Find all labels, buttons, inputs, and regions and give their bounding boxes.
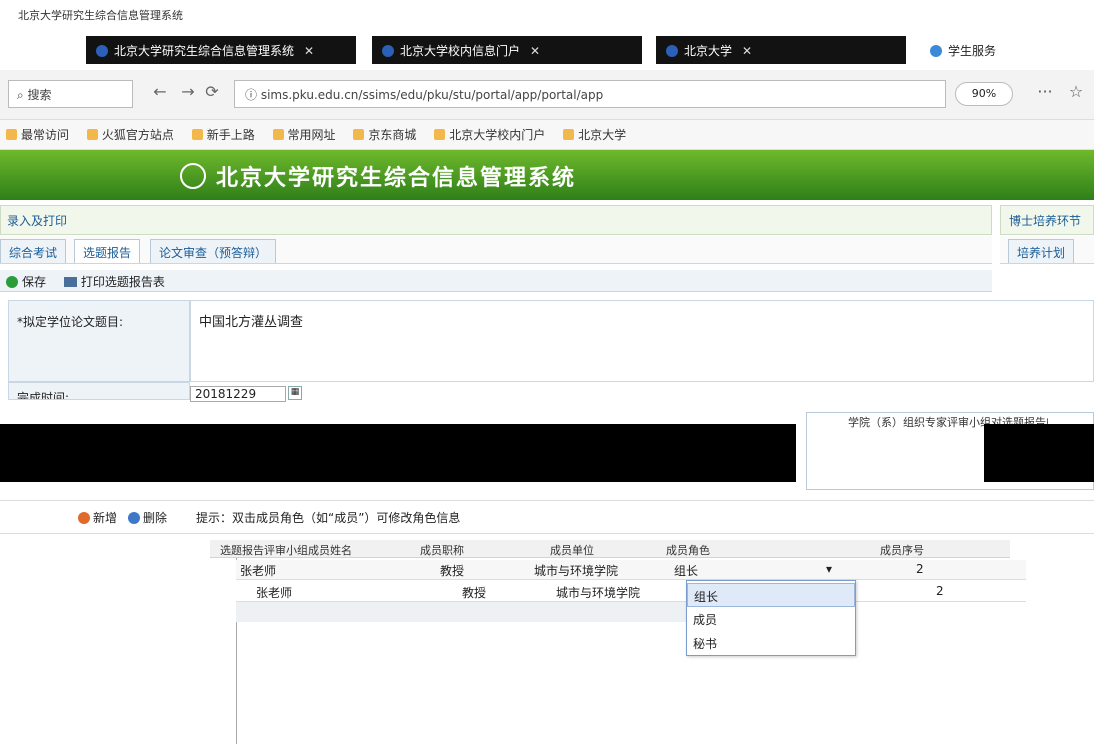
tab-topic-report[interactable]: 选题报告 bbox=[74, 239, 141, 263]
close-icon[interactable]: ✕ bbox=[742, 44, 752, 58]
grid-edit-row[interactable]: 张老师 教授 城市与环境学院 组长 ▾ 2 bbox=[236, 560, 1026, 580]
table-row[interactable]: 张老师 教授 城市与环境学院 2 bbox=[236, 580, 1026, 602]
cell-name: 张老师 bbox=[256, 586, 293, 600]
bookmark-item[interactable]: 常用网址 bbox=[272, 126, 336, 143]
browser-tab-3[interactable]: 北京大学 ✕ bbox=[656, 36, 906, 64]
role-option-leader[interactable]: 组长 bbox=[687, 583, 855, 607]
delete-button[interactable]: 删除 bbox=[128, 509, 167, 527]
cell-title: 教授 bbox=[462, 586, 487, 600]
url-text: sims.pku.edu.cn/ssims/edu/pku/stu/portal… bbox=[260, 88, 604, 102]
site-favicon-icon bbox=[666, 45, 678, 57]
sub-tab-strip-right: 培养计划 bbox=[1000, 236, 1094, 264]
cell-unit: 城市与环境学院 bbox=[556, 586, 641, 600]
folder-icon bbox=[191, 129, 203, 140]
browser-tab-1[interactable]: 北京大学研究生综合信息管理系统 ✕ bbox=[86, 36, 356, 64]
add-icon bbox=[78, 512, 90, 524]
info-icon: ⓘ bbox=[245, 88, 261, 102]
cell-role-editor[interactable]: 组长 bbox=[674, 562, 698, 578]
browser-tab-4[interactable]: 学生服务 bbox=[920, 36, 1040, 64]
browser-tab-label: 北京大学校内信息门户 bbox=[400, 44, 521, 58]
reload-icon[interactable]: ⟳ bbox=[200, 82, 224, 106]
cell-unit[interactable]: 城市与环境学院 bbox=[534, 562, 618, 578]
bookmark-item[interactable]: 京东商城 bbox=[353, 126, 416, 143]
browser-tab-label: 北京大学 bbox=[684, 44, 733, 58]
thesis-title-field[interactable]: 中国北方灌丛调查 bbox=[190, 300, 1094, 382]
site-favicon-icon bbox=[382, 45, 394, 57]
panel-header: 录入及打印 bbox=[0, 205, 992, 235]
cell-title[interactable]: 教授 bbox=[440, 562, 464, 578]
university-seal-icon bbox=[180, 163, 206, 189]
bookmarks-bar: 最常访问 火狐官方站点 新手上路 常用网址 京东商城 北京大学校内门户 北京大学 bbox=[0, 120, 1094, 150]
site-favicon-icon bbox=[96, 45, 108, 57]
folder-icon bbox=[86, 129, 98, 140]
add-button[interactable]: 新增 bbox=[78, 509, 117, 527]
url-bar[interactable]: ⓘ sims.pku.edu.cn/ssims/edu/pku/stu/port… bbox=[234, 80, 946, 108]
role-option-member[interactable]: 成员 bbox=[687, 607, 855, 631]
sub-tab-strip: 综合考试 选题报告 论文审查（预答辩） bbox=[0, 236, 992, 264]
tab-thesis-review[interactable]: 论文审查（预答辩） bbox=[150, 239, 277, 263]
zoom-level[interactable]: 90% bbox=[955, 82, 1013, 106]
bookmark-item[interactable]: 北京大学校内门户 bbox=[434, 126, 545, 143]
close-icon[interactable]: ✕ bbox=[530, 44, 540, 58]
completion-date-label: 完成时间: bbox=[8, 382, 190, 400]
dropdown-arrow-icon[interactable]: ▾ bbox=[826, 562, 832, 578]
bookmark-star-icon[interactable]: ☆ bbox=[1062, 82, 1090, 106]
folder-icon bbox=[434, 129, 446, 140]
role-option-secretary[interactable]: 秘书 bbox=[687, 631, 855, 655]
cell-order: 2 bbox=[936, 584, 944, 598]
thesis-title-label: *拟定学位论文题目: bbox=[8, 300, 190, 382]
search-box[interactable]: ⌕ 搜索 bbox=[8, 80, 133, 108]
redacted-region bbox=[0, 424, 796, 482]
folder-icon bbox=[353, 129, 365, 140]
navigation-bar: ⌕ 搜索 ← → ⟳ ⓘ sims.pku.edu.cn/ssims/edu/p… bbox=[0, 70, 1094, 120]
completion-date-input[interactable]: 20181229 bbox=[190, 386, 286, 402]
folder-icon bbox=[272, 129, 284, 140]
column-header-role[interactable]: 成员角色 bbox=[666, 542, 756, 556]
more-icon[interactable]: ··· bbox=[1030, 82, 1060, 106]
search-label: 搜索 bbox=[27, 88, 52, 102]
bookmark-item[interactable]: 火狐官方站点 bbox=[86, 126, 174, 143]
print-button[interactable]: 打印选题报告表 bbox=[63, 273, 165, 290]
window-title: 北京大学研究生综合信息管理系统 bbox=[0, 0, 1094, 30]
grid-action-bar: 新增 删除 提示：双击成员角色（如“成员”）可修改角色信息 bbox=[0, 500, 1094, 534]
column-header-unit[interactable]: 成员单位 bbox=[550, 542, 650, 556]
print-icon bbox=[63, 277, 77, 287]
cell-name[interactable]: 张老师 bbox=[240, 562, 276, 578]
redacted-region bbox=[984, 424, 1094, 482]
bookmark-item[interactable]: 新手上路 bbox=[191, 126, 255, 143]
save-button[interactable]: 保存 bbox=[6, 273, 46, 290]
grid-left-spacer bbox=[0, 540, 236, 744]
site-favicon-icon bbox=[930, 45, 942, 57]
banner-title: 北京大学研究生综合信息管理系统 bbox=[180, 158, 740, 192]
bookmark-item[interactable]: 最常访问 bbox=[6, 126, 69, 143]
browser-tab-label: 北京大学研究生综合信息管理系统 bbox=[114, 44, 295, 58]
browser-tab-strip: 北京大学研究生综合信息管理系统 ✕ 北京大学校内信息门户 ✕ 北京大学 ✕ 学生服务 bbox=[0, 30, 1094, 70]
folder-icon bbox=[563, 129, 575, 140]
calendar-icon[interactable]: ▦ bbox=[288, 386, 302, 400]
column-header-name[interactable]: 选题报告评审小组成员姓名 bbox=[220, 542, 416, 556]
save-icon bbox=[6, 276, 18, 288]
tab-comprehensive-exam[interactable]: 综合考试 bbox=[0, 239, 67, 263]
folder-icon bbox=[6, 129, 17, 140]
cell-order[interactable]: 2 bbox=[916, 562, 924, 578]
role-dropdown-list[interactable]: 组长 成员 秘书 bbox=[686, 580, 856, 656]
site-banner: 北京大学研究生综合信息管理系统 bbox=[0, 150, 1094, 200]
search-icon: ⌕ bbox=[17, 88, 28, 102]
panel-header-right[interactable]: 博士培养环节 bbox=[1000, 205, 1094, 235]
grid-header: 选题报告评审小组成员姓名 成员职称 成员单位 成员角色 成员序号 bbox=[210, 540, 1010, 558]
forward-icon[interactable]: → bbox=[176, 82, 200, 106]
browser-tab-label: 学生服务 bbox=[948, 44, 997, 58]
hint-text: 提示：双击成员角色（如“成员”）可修改角色信息 bbox=[196, 511, 461, 525]
bookmark-item[interactable]: 北京大学 bbox=[563, 126, 626, 143]
browser-tab-2[interactable]: 北京大学校内信息门户 ✕ bbox=[372, 36, 642, 64]
close-icon[interactable]: ✕ bbox=[304, 44, 314, 58]
form-toolbar: 保存 打印选题报告表 bbox=[0, 270, 992, 292]
tab-training-plan[interactable]: 培养计划 bbox=[1008, 239, 1075, 263]
column-header-title[interactable]: 成员职称 bbox=[420, 542, 500, 556]
back-icon[interactable]: ← bbox=[148, 82, 172, 106]
delete-icon bbox=[128, 512, 140, 524]
column-header-order[interactable]: 成员序号 bbox=[880, 542, 980, 556]
